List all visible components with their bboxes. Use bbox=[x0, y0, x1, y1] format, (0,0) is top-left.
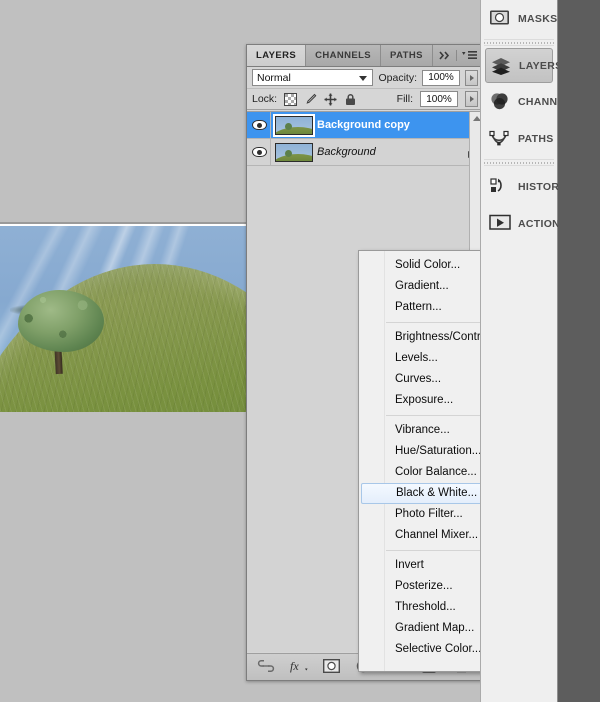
layer-thumbnail-cell[interactable] bbox=[271, 142, 317, 162]
lock-all-icon[interactable] bbox=[344, 93, 357, 106]
opacity-input[interactable]: 100% bbox=[422, 69, 460, 86]
dock-item-label: MASKS bbox=[518, 12, 558, 25]
actions-icon bbox=[489, 214, 511, 234]
tab-paths[interactable]: PATHS bbox=[381, 45, 433, 66]
channels-icon bbox=[489, 92, 511, 112]
tab-paths-label: PATHS bbox=[390, 50, 423, 61]
tab-channels-label: CHANNELS bbox=[315, 50, 372, 61]
tree-shape bbox=[16, 288, 106, 375]
panel-tab-controls bbox=[433, 45, 483, 66]
dock-item-layers[interactable]: LAYERS bbox=[485, 48, 562, 83]
canvas-photo bbox=[0, 226, 250, 412]
add-layer-mask-icon[interactable] bbox=[322, 658, 341, 675]
opacity-label: Opacity: bbox=[378, 71, 417, 84]
dock-separator bbox=[484, 39, 554, 46]
dock-item-actions[interactable]: ACTIONS bbox=[481, 205, 567, 242]
dock-outer-strip bbox=[558, 0, 600, 702]
lock-image-pixels-icon[interactable] bbox=[304, 93, 317, 106]
tab-layers-label: LAYERS bbox=[256, 50, 297, 61]
panel-tab-bar: LAYERS CHANNELS PATHS bbox=[247, 45, 483, 67]
fill-label: Fill: bbox=[396, 93, 413, 105]
layer-thumbnail bbox=[275, 142, 313, 162]
dock-item-label: PATHS bbox=[518, 132, 554, 145]
layer-name[interactable]: Background copy bbox=[317, 119, 461, 131]
eye-icon bbox=[252, 120, 267, 130]
history-icon bbox=[489, 177, 511, 197]
layers-icon bbox=[490, 56, 512, 76]
paths-icon bbox=[489, 129, 511, 149]
blend-mode-row: Normal Opacity: 100% bbox=[247, 67, 483, 89]
dock-item-channels[interactable]: CHANNELS bbox=[481, 83, 578, 120]
blend-mode-select[interactable]: Normal bbox=[252, 69, 374, 86]
chevron-down-icon bbox=[359, 75, 368, 81]
layer-style-fx-icon[interactable]: fx bbox=[290, 659, 308, 675]
panel-dock[interactable]: MASKS LAYERS CHANNELS PATHS HISTORY ACTI… bbox=[480, 0, 578, 702]
layer-visibility-toggle[interactable] bbox=[249, 112, 271, 138]
double-chevron-right-icon[interactable] bbox=[439, 47, 451, 65]
eye-icon bbox=[252, 147, 267, 157]
layer-thumbnail-cell[interactable] bbox=[271, 115, 317, 135]
dock-item-history[interactable]: HISTORY bbox=[481, 168, 566, 205]
blend-mode-value: Normal bbox=[257, 71, 291, 84]
document-window[interactable] bbox=[0, 222, 250, 412]
dock-separator bbox=[484, 159, 554, 166]
layer-thumbnail bbox=[275, 115, 313, 135]
tab-layers[interactable]: LAYERS bbox=[247, 45, 307, 66]
layer-name[interactable]: Background bbox=[317, 146, 461, 158]
lock-transparent-pixels-icon[interactable] bbox=[284, 92, 298, 106]
fill-input[interactable]: 100% bbox=[420, 91, 458, 107]
dock-item-paths[interactable]: PATHS bbox=[481, 120, 557, 157]
tab-divider bbox=[456, 50, 457, 61]
dock-item-masks[interactable]: MASKS bbox=[481, 0, 557, 37]
fill-slider-button[interactable] bbox=[465, 91, 478, 107]
dock-item-label: LAYERS bbox=[519, 59, 563, 72]
tab-channels[interactable]: CHANNELS bbox=[306, 45, 382, 66]
layer-visibility-toggle[interactable] bbox=[249, 139, 271, 165]
lock-position-icon[interactable] bbox=[324, 93, 337, 106]
tree-crown bbox=[16, 288, 106, 354]
table-row[interactable]: Background bbox=[247, 139, 483, 166]
masks-icon bbox=[489, 9, 511, 29]
table-row[interactable]: Background copy bbox=[247, 112, 483, 139]
opacity-slider-button[interactable] bbox=[465, 69, 478, 86]
panel-menu-icon[interactable] bbox=[462, 47, 477, 65]
svg-text:fx: fx bbox=[290, 659, 299, 673]
lock-row: Lock: Fill: 100% bbox=[247, 89, 483, 110]
link-layers-icon[interactable] bbox=[257, 659, 275, 675]
lock-label: Lock: bbox=[252, 93, 278, 105]
